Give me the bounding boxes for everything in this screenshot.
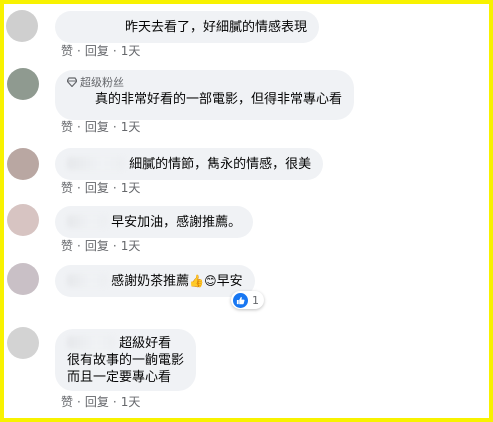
comment-text: 感謝奶茶推薦 xyxy=(111,274,190,289)
comment-line: 很有故事的一齣電影 xyxy=(67,353,185,368)
comment-bubble: 昨天去看了，好細膩的情感表現 xyxy=(55,11,320,43)
like-button[interactable]: 赞 xyxy=(61,120,73,134)
comments-panel: 昨天去看了，好細膩的情感表現 赞 · 回复 · 1天 超级粉丝 真的非常好看的一部電影，… xyxy=(0,0,493,422)
separator: · xyxy=(77,181,81,195)
comment-actions: 赞 · 回复 · 1天 xyxy=(61,181,140,195)
redacted-name xyxy=(67,274,107,287)
avatar[interactable] xyxy=(7,148,39,180)
separator: · xyxy=(112,44,117,58)
reply-button[interactable]: 回复 xyxy=(85,181,109,195)
avatar[interactable] xyxy=(6,10,38,42)
like-button[interactable]: 赞 xyxy=(61,44,73,58)
timestamp[interactable]: 1天 xyxy=(121,239,141,253)
timestamp[interactable]: 1天 xyxy=(121,395,141,409)
avatar[interactable] xyxy=(7,263,39,295)
timestamp[interactable]: 1天 xyxy=(121,181,141,195)
separator: · xyxy=(77,44,81,58)
comment-actions: 赞 · 回复 · 1天 xyxy=(61,120,140,134)
comment-bubble: 細膩的情節，雋永的情感，很美 xyxy=(55,148,324,180)
timestamp[interactable]: 1天 xyxy=(121,44,141,58)
comment-text: 昨天去看了，好細膩的情感表現 xyxy=(125,20,308,35)
reaction-summary[interactable]: 1 xyxy=(231,291,264,309)
reply-button[interactable]: 回复 xyxy=(85,44,109,58)
comment-actions: 赞 · 回复 · 1天 xyxy=(61,395,140,409)
avatar[interactable] xyxy=(7,327,39,359)
redacted-name xyxy=(67,215,107,228)
redacted-name xyxy=(67,157,125,170)
separator: · xyxy=(77,395,81,409)
like-icon xyxy=(233,292,248,308)
smile-emoji: 😊 xyxy=(204,274,217,288)
reply-button[interactable]: 回复 xyxy=(85,120,109,134)
comment-text: 早安加油，感謝推薦。 xyxy=(111,215,242,230)
comment-text: 真的非常好看的一部電影，但得非常專心看 xyxy=(95,92,343,107)
fan-badge: 超级粉丝 xyxy=(67,76,342,90)
like-button[interactable]: 赞 xyxy=(61,239,73,253)
comment-line: 超級好看 xyxy=(119,336,172,351)
separator: · xyxy=(112,181,117,195)
avatar[interactable] xyxy=(7,68,39,100)
reply-button[interactable]: 回复 xyxy=(85,395,109,409)
thumbs-up-emoji: 👍 xyxy=(189,274,205,288)
comment-actions: 赞 · 回复 · 1天 xyxy=(61,44,140,58)
separator: · xyxy=(112,120,117,134)
separator: · xyxy=(77,239,81,253)
reaction-count: 1 xyxy=(252,293,259,307)
reply-button[interactable]: 回复 xyxy=(85,239,109,253)
comment-actions: 赞 · 回复 · 1天 xyxy=(61,239,140,253)
diamond-icon xyxy=(67,77,77,87)
comment-bubble: 早安加油，感謝推薦。 xyxy=(55,206,254,238)
timestamp[interactable]: 1天 xyxy=(121,120,141,134)
redacted-name xyxy=(67,336,115,349)
like-button[interactable]: 赞 xyxy=(61,181,73,195)
avatar[interactable] xyxy=(7,204,39,236)
comment-bubble: 感謝奶茶推薦👍😊早安 xyxy=(55,265,255,297)
comment-text-tail: 早安 xyxy=(216,274,243,289)
comment-bubble: 超級好看 很有故事的一齣電影 而且一定要專心看 xyxy=(55,329,197,391)
separator: · xyxy=(77,120,81,134)
comment-line: 而且一定要專心看 xyxy=(67,370,172,385)
comment-bubble: 超级粉丝 真的非常好看的一部電影，但得非常專心看 xyxy=(55,70,355,120)
separator: · xyxy=(112,395,117,409)
badge-label: 超级粉丝 xyxy=(80,76,124,89)
like-button[interactable]: 赞 xyxy=(61,395,73,409)
comment-text: 細膩的情節，雋永的情感，很美 xyxy=(129,157,312,172)
separator: · xyxy=(112,239,117,253)
